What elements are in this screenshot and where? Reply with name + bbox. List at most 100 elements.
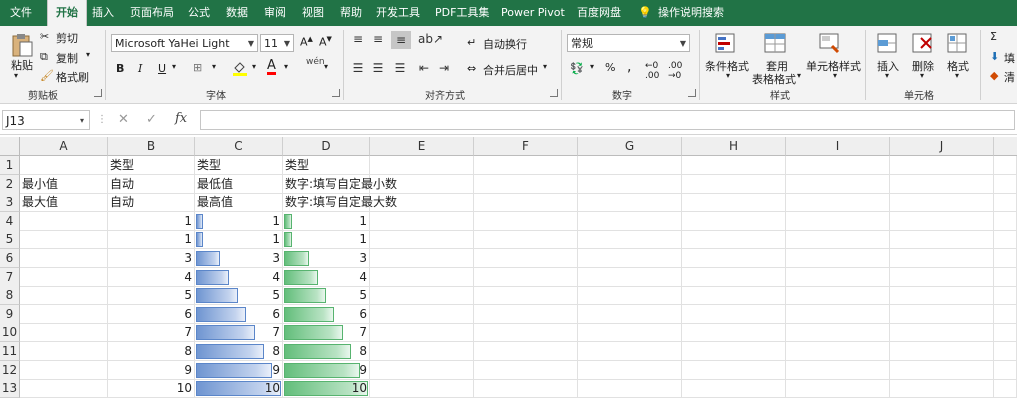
row-header[interactable]: 12 bbox=[0, 360, 20, 380]
cut-icon[interactable]: ✂ bbox=[40, 30, 49, 43]
cell[interactable] bbox=[474, 342, 578, 361]
border-icon[interactable]: ⊞ bbox=[193, 61, 202, 74]
cell[interactable] bbox=[578, 267, 682, 287]
decrease-decimal-icon[interactable]: .00 →0 bbox=[668, 61, 682, 81]
row-header[interactable]: 6 bbox=[0, 249, 20, 268]
autosum-icon[interactable]: Σ bbox=[990, 30, 997, 43]
cell[interactable] bbox=[578, 230, 682, 250]
clear-icon[interactable]: ◆ bbox=[990, 69, 998, 82]
cell[interactable]: 1 bbox=[283, 211, 370, 231]
row-header[interactable]: 4 bbox=[0, 211, 20, 231]
row-header[interactable]: 13 bbox=[0, 379, 20, 399]
cell[interactable] bbox=[786, 360, 890, 380]
cell[interactable] bbox=[370, 360, 474, 380]
cell[interactable] bbox=[474, 156, 578, 175]
decrease-font-icon[interactable]: A▼ bbox=[319, 35, 332, 49]
cell[interactable]: 8 bbox=[108, 342, 195, 361]
cell[interactable] bbox=[890, 379, 994, 399]
cell[interactable] bbox=[890, 230, 994, 250]
cell[interactable] bbox=[890, 323, 994, 343]
accounting-dropdown-icon[interactable]: ▾ bbox=[590, 62, 594, 71]
font-color-dropdown-icon[interactable]: ▾ bbox=[284, 62, 288, 71]
cell[interactable] bbox=[786, 323, 890, 343]
cell[interactable] bbox=[786, 286, 890, 306]
cell[interactable]: 类型 bbox=[108, 156, 195, 175]
confirm-entry-icon[interactable]: ✓ bbox=[146, 112, 157, 127]
paste-icon[interactable] bbox=[10, 32, 34, 57]
row-header[interactable]: 7 bbox=[0, 267, 20, 287]
align-bottom-icon[interactable]: ≡ bbox=[391, 31, 411, 49]
delete-dropdown-icon[interactable]: ▾ bbox=[920, 71, 924, 80]
cell[interactable] bbox=[786, 379, 890, 399]
cell[interactable] bbox=[786, 193, 890, 213]
cell[interactable] bbox=[994, 360, 1017, 380]
column-header-d[interactable]: D bbox=[283, 137, 370, 156]
cell[interactable] bbox=[474, 360, 578, 380]
column-header-j[interactable]: J bbox=[890, 137, 994, 156]
cell[interactable] bbox=[474, 211, 578, 231]
cell[interactable] bbox=[474, 249, 578, 268]
cell[interactable]: 数字:填写自定最大数 bbox=[283, 193, 397, 213]
table-dropdown-icon[interactable]: ▾ bbox=[797, 71, 801, 80]
row-header[interactable]: 5 bbox=[0, 230, 20, 250]
cell[interactable] bbox=[786, 304, 890, 324]
cell[interactable] bbox=[578, 323, 682, 343]
row-header[interactable]: 8 bbox=[0, 286, 20, 306]
border-dropdown-icon[interactable]: ▾ bbox=[212, 62, 216, 71]
cell-styles-icon[interactable] bbox=[818, 32, 842, 54]
cell[interactable] bbox=[994, 193, 1017, 213]
cell[interactable]: 3 bbox=[108, 249, 195, 268]
cell[interactable] bbox=[474, 267, 578, 287]
cell[interactable] bbox=[20, 342, 108, 361]
cell[interactable]: 3 bbox=[283, 249, 370, 268]
number-launcher-icon[interactable] bbox=[688, 89, 696, 97]
cell[interactable] bbox=[474, 174, 578, 194]
tab-pdf-tools[interactable]: PDF工具集 bbox=[435, 0, 489, 26]
cell[interactable] bbox=[20, 379, 108, 399]
italic-button[interactable]: I bbox=[138, 62, 142, 75]
bold-button[interactable]: B bbox=[116, 62, 124, 75]
row-header[interactable]: 9 bbox=[0, 304, 20, 324]
cell[interactable]: 4 bbox=[283, 267, 370, 287]
cell[interactable]: 5 bbox=[195, 286, 283, 306]
cell[interactable] bbox=[890, 249, 994, 268]
cell[interactable]: 10 bbox=[108, 379, 195, 399]
cell[interactable] bbox=[994, 286, 1017, 306]
cell[interactable] bbox=[20, 360, 108, 380]
cell[interactable] bbox=[20, 249, 108, 268]
cell[interactable]: 9 bbox=[283, 360, 370, 380]
cut-button[interactable]: 剪切 bbox=[56, 30, 78, 46]
clear-button[interactable]: 清 bbox=[1004, 69, 1015, 85]
cell[interactable]: 7 bbox=[108, 323, 195, 343]
cell-styles-dropdown-icon[interactable]: ▾ bbox=[833, 71, 837, 80]
cell[interactable] bbox=[578, 286, 682, 306]
insert-dropdown-icon[interactable]: ▾ bbox=[885, 71, 889, 80]
cell[interactable]: 1 bbox=[195, 230, 283, 250]
cell[interactable]: 最小值 bbox=[20, 174, 108, 194]
cell[interactable] bbox=[994, 230, 1017, 250]
format-cells-icon[interactable] bbox=[946, 32, 970, 54]
column-header-i[interactable]: I bbox=[786, 137, 890, 156]
cell[interactable]: 9 bbox=[195, 360, 283, 380]
cell[interactable] bbox=[578, 211, 682, 231]
cell[interactable] bbox=[578, 379, 682, 399]
copy-dropdown-icon[interactable]: ▾ bbox=[86, 50, 90, 59]
cell[interactable]: 9 bbox=[108, 360, 195, 380]
cell[interactable] bbox=[786, 230, 890, 250]
column-header-e[interactable]: E bbox=[370, 137, 474, 156]
cell[interactable] bbox=[474, 193, 578, 213]
cell[interactable] bbox=[20, 230, 108, 250]
cell[interactable] bbox=[890, 156, 994, 175]
cell[interactable]: 3 bbox=[195, 249, 283, 268]
insert-function-icon[interactable]: fx bbox=[175, 111, 187, 126]
cell[interactable] bbox=[890, 304, 994, 324]
number-format-combo[interactable]: 常规 ▼ bbox=[567, 34, 690, 52]
column-header-g[interactable]: G bbox=[578, 137, 682, 156]
cell[interactable] bbox=[578, 249, 682, 268]
wrap-text-icon[interactable]: ↵ bbox=[467, 36, 476, 49]
cell[interactable]: 8 bbox=[283, 342, 370, 361]
align-middle-icon[interactable]: ≡ bbox=[370, 32, 386, 46]
cell[interactable] bbox=[474, 379, 578, 399]
orientation-icon[interactable]: ab↗ bbox=[418, 32, 443, 46]
format-painter-button[interactable]: 格式刷 bbox=[56, 69, 89, 85]
